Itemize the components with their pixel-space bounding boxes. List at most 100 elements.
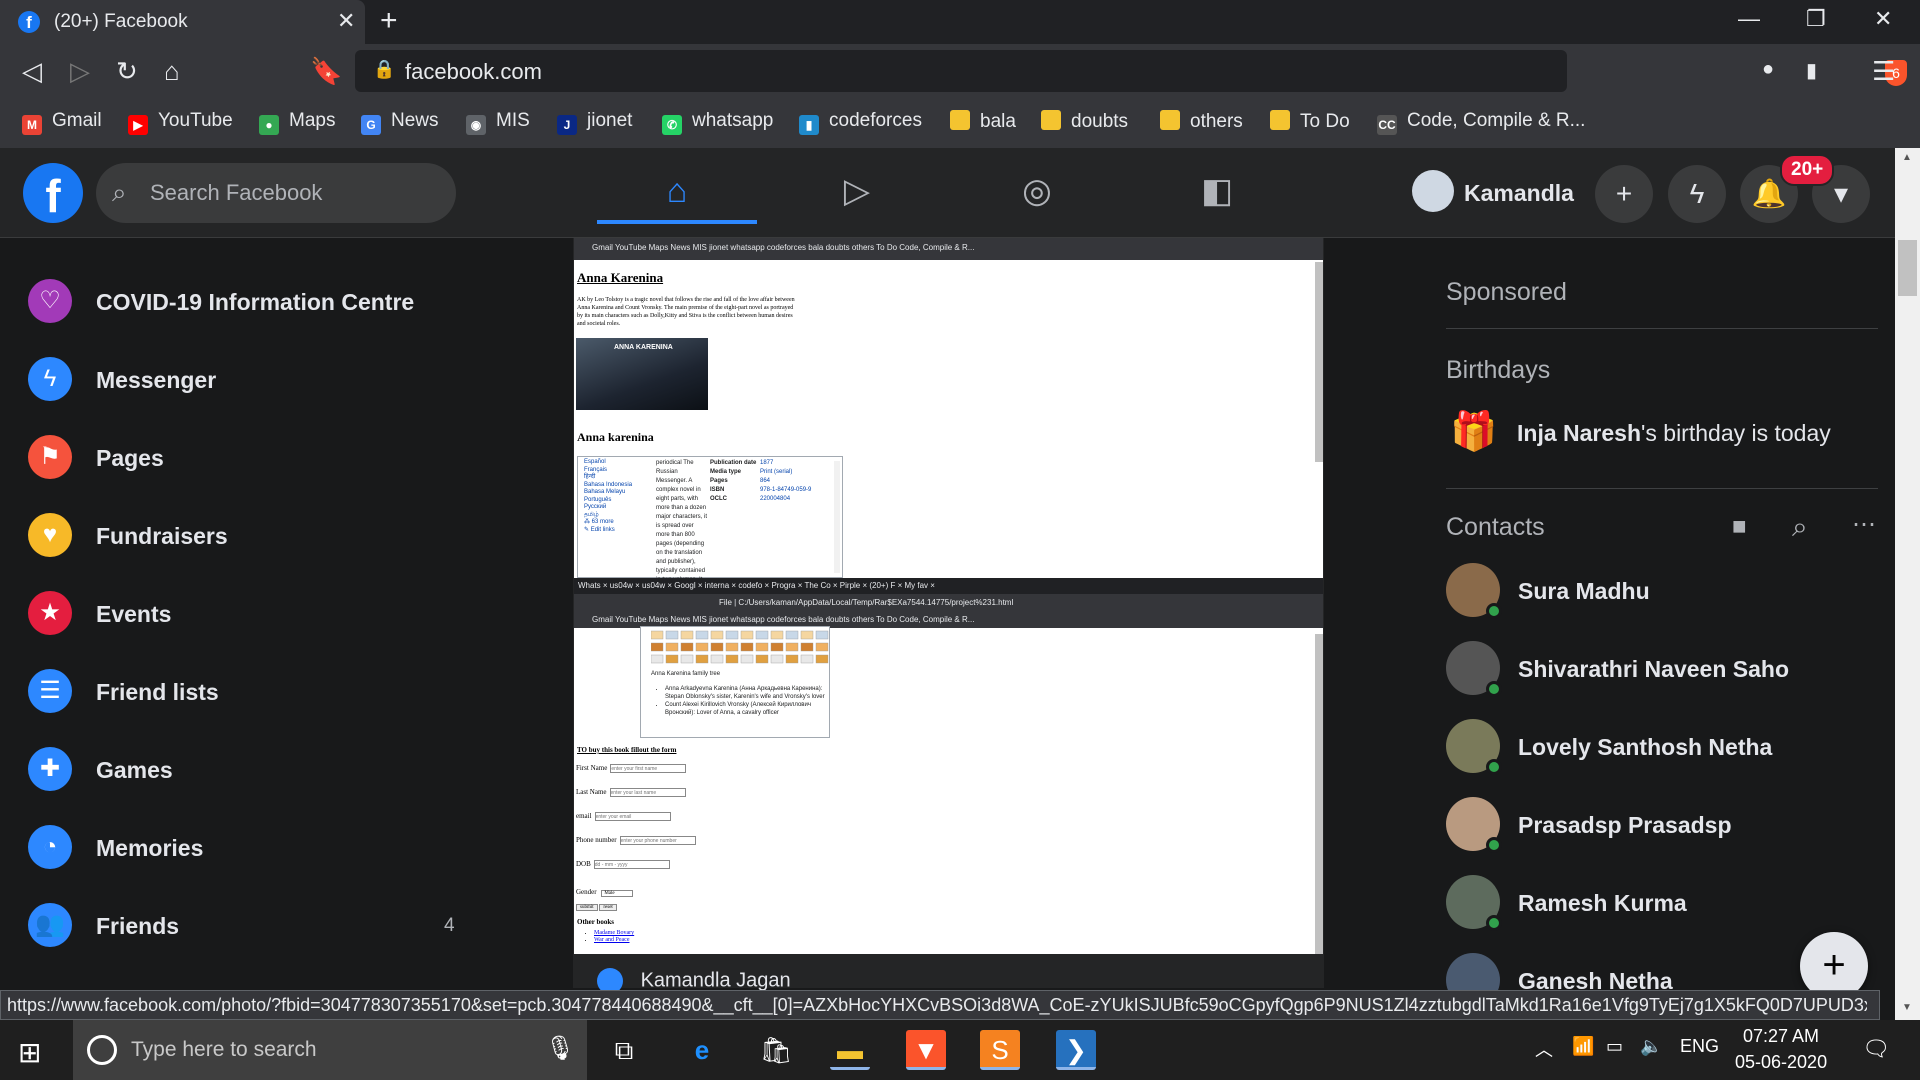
bookmark-item[interactable]: doubts (1041, 110, 1128, 133)
tab-watch[interactable]: ▷ (777, 162, 937, 224)
submit-button[interactable]: submit (576, 904, 598, 911)
reset-button[interactable]: reset (599, 904, 617, 911)
post-image-top[interactable]: Gmail YouTube Maps News MIS jionet whats… (574, 238, 1323, 578)
back-arrow-icon[interactable]: ◁ (22, 56, 42, 87)
language-indicator[interactable]: ENG (1680, 1036, 1719, 1057)
contacts-search-icon[interactable]: ⌕ (1792, 511, 1808, 544)
tab-groups[interactable]: ◎ (957, 162, 1117, 224)
clock-date[interactable]: 05-06-2020 (1735, 1052, 1827, 1073)
extension-flag-icon[interactable]: ▮ (1806, 58, 1817, 83)
book-link[interactable]: War and Peace (594, 937, 630, 943)
form-input[interactable] (609, 788, 686, 797)
address-url[interactable]: facebook.com (405, 59, 542, 85)
sidebar-item[interactable]: ✚ Games (28, 745, 458, 795)
page-scrollbar[interactable]: ▲ ▼ (1895, 148, 1920, 1020)
sidebar-item[interactable]: ϟ Messenger (28, 355, 458, 405)
tab-close-icon[interactable]: ✕ (337, 8, 355, 34)
minimize-icon[interactable]: — (1738, 6, 1760, 32)
windows-start-icon[interactable]: ⊞ (18, 1036, 41, 1069)
wiki-language-link[interactable]: Bahasa Indonesia (584, 482, 644, 490)
birthday-notice[interactable]: Inja Naresh's birthday is today (1517, 420, 1831, 447)
wiki-language-link[interactable]: Русский (584, 504, 644, 512)
post-author[interactable]: Kamandla Jagan (641, 969, 791, 991)
scroll-up-icon[interactable]: ▲ (1902, 152, 1912, 163)
file-explorer-icon[interactable]: ▬ (830, 1030, 870, 1070)
bookmark-item[interactable]: ◉ MIS (466, 110, 530, 135)
contact-item[interactable]: Prasadsp Prasadsp (1446, 797, 1876, 855)
show-hidden-icons-icon[interactable]: ︿ (1535, 1036, 1553, 1062)
sublime-text-icon[interactable]: S (980, 1030, 1020, 1070)
bookmark-icon[interactable]: 🔖 (310, 56, 342, 87)
contact-item[interactable]: Ramesh Kurma (1446, 875, 1876, 933)
create-plus-icon[interactable]: + (1595, 165, 1653, 223)
contact-item[interactable]: Shivarathri Naveen Saho (1446, 641, 1876, 699)
browser-tab-active[interactable]: f (20+) Facebook ✕ (0, 0, 365, 44)
window-close-icon[interactable]: ✕ (1874, 6, 1892, 32)
bookmark-item[interactable]: others (1160, 110, 1243, 133)
bookmark-item[interactable]: ● Maps (259, 110, 335, 135)
messenger-button-icon[interactable]: ϟ (1668, 165, 1726, 223)
brave-browser-icon[interactable]: ▼ (906, 1030, 946, 1070)
sidebar-item[interactable]: 👥 Friends 4 (28, 901, 458, 951)
battery-icon[interactable]: ▭ (1606, 1036, 1623, 1057)
doc-scrollbar-2[interactable] (1315, 634, 1323, 954)
scroll-thumb[interactable] (1898, 240, 1917, 296)
wiki-language-link[interactable]: Bahasa Melayu (584, 489, 644, 497)
wiki-language-link[interactable]: Português (584, 497, 644, 505)
bookmark-item[interactable]: M Gmail (22, 110, 102, 135)
tab-home[interactable]: ⌂ (597, 162, 757, 224)
wiki-language-link[interactable]: ✎ Edit links (584, 527, 644, 535)
video-call-icon[interactable]: ■ (1732, 513, 1747, 541)
wiki-scrollbar[interactable] (834, 461, 840, 573)
bookmark-item[interactable]: ▮ codeforces (799, 110, 922, 135)
bookmark-item[interactable]: To Do (1270, 110, 1350, 133)
edge-icon[interactable]: e (682, 1030, 722, 1070)
tab-gaming[interactable]: ◧ (1137, 162, 1297, 224)
clock-time[interactable]: 07:27 AM (1743, 1026, 1819, 1047)
bookmark-item[interactable]: ✆ whatsapp (662, 110, 773, 135)
book-link[interactable]: Madame Bovary (594, 930, 634, 936)
restore-icon[interactable]: ❐ (1806, 6, 1826, 32)
forward-arrow-icon[interactable]: ▷ (70, 56, 90, 87)
task-view-icon[interactable]: ⧉ (604, 1030, 644, 1070)
bookmark-item[interactable]: Jjionet (557, 110, 632, 135)
form-input[interactable] (593, 860, 670, 869)
extension-icon[interactable]: ● (1762, 58, 1774, 81)
gender-select[interactable]: Male (601, 890, 634, 897)
birthday-name[interactable]: Inja Naresh (1517, 420, 1641, 446)
new-tab-button[interactable]: + (380, 4, 398, 38)
contact-item[interactable]: Lovely Santhosh Netha (1446, 719, 1876, 777)
sidebar-item[interactable]: ★ Events (28, 589, 458, 639)
more-options-icon[interactable]: ⋯ (1852, 510, 1876, 539)
home-icon[interactable]: ⌂ (164, 56, 180, 87)
form-input[interactable] (594, 812, 671, 821)
store-icon[interactable]: 🛍 (756, 1030, 796, 1070)
bookmark-item[interactable]: G News (361, 110, 439, 135)
facebook-logo-icon[interactable]: f (23, 163, 83, 223)
bookmark-item[interactable]: bala (950, 110, 1016, 133)
scroll-down-icon[interactable]: ▼ (1902, 1002, 1912, 1013)
contact-item[interactable]: Sura Madhu (1446, 563, 1876, 621)
powershell-icon[interactable]: ❯ (1056, 1030, 1096, 1070)
microphone-icon[interactable]: 🎙 (545, 1034, 575, 1063)
address-bar[interactable]: 🔒 facebook.com 6 (355, 50, 1907, 92)
sidebar-item[interactable]: ☰ Friend lists (28, 667, 458, 717)
reload-icon[interactable]: ↻ (116, 56, 138, 87)
action-center-icon[interactable]: 🗨 (1862, 1036, 1890, 1062)
taskbar-search-box[interactable]: Type here to search 🎙 (73, 1020, 587, 1080)
post-image-bottom[interactable]: Whats × us04w × us04w × Googl × interna … (574, 578, 1323, 954)
form-input[interactable] (619, 836, 696, 845)
menu-icon[interactable]: ☰ (1872, 56, 1895, 87)
wiki-language-link[interactable]: Français (584, 467, 644, 475)
wifi-icon[interactable]: 📶 (1572, 1036, 1594, 1057)
bookmark-item[interactable]: ▶ YouTube (128, 110, 233, 135)
doc-scrollbar[interactable] (1315, 262, 1323, 462)
sidebar-item[interactable]: ◔ Memories (28, 823, 458, 873)
sidebar-item[interactable]: ⚑ Pages (28, 433, 458, 483)
wiki-language-link[interactable]: ⁂ 63 more (584, 519, 644, 527)
volume-icon[interactable]: 🔈 (1640, 1036, 1662, 1057)
facebook-search-input[interactable]: ⌕ Search Facebook (96, 163, 456, 223)
wiki-language-link[interactable]: हिन्दी (584, 474, 644, 482)
form-input[interactable] (610, 764, 687, 773)
wiki-language-link[interactable]: தமிழ் (584, 512, 644, 520)
